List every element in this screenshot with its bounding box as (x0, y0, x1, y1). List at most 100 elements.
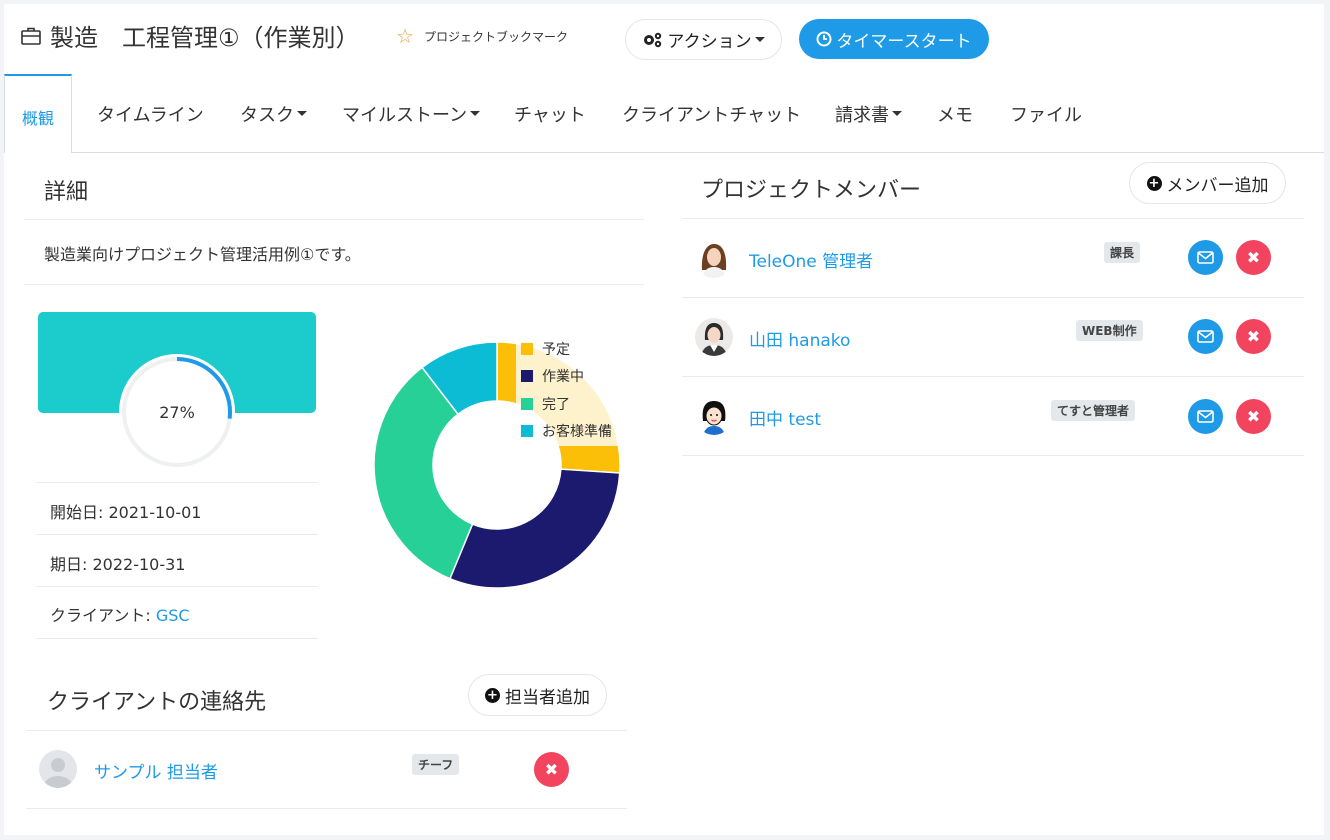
client-info: クライアント: GSC (50, 602, 190, 626)
tab-label: タイムライン (97, 104, 204, 126)
member-name[interactable]: 山田 hanako (749, 326, 850, 351)
email-member-button[interactable] (1188, 240, 1223, 275)
plus-circle-icon: + (485, 687, 500, 703)
add-member-button[interactable]: + メンバー追加 (1129, 162, 1286, 204)
tab-invoices[interactable]: 請求書 (835, 74, 902, 153)
close-icon: ✖ (1246, 248, 1261, 267)
tab-overview[interactable]: 概観 (4, 74, 73, 154)
legend-label: 作業中 (542, 369, 584, 385)
contact-name[interactable]: サンプル 担当者 (94, 758, 218, 783)
email-member-button[interactable] (1188, 399, 1223, 434)
legend-swatch (521, 343, 533, 355)
role-badge: 課長 (1104, 242, 1141, 263)
caret-down-icon (470, 111, 481, 116)
legend-label: お客様準備 (542, 424, 612, 440)
close-icon: ✖ (1246, 327, 1261, 346)
avatar (695, 240, 733, 278)
timer-start-button[interactable]: タイマースタート (799, 19, 989, 59)
user-placeholder-icon (44, 758, 72, 788)
legend-item[interactable]: 完了 (521, 394, 570, 414)
add-member-label: メンバー追加 (1166, 175, 1269, 196)
tab-label: タスク (240, 104, 294, 126)
legend-swatch (521, 425, 533, 437)
member-name[interactable]: TeleOne 管理者 (749, 247, 873, 272)
envelope-icon (1197, 330, 1214, 343)
tab-label: メモ (937, 104, 973, 126)
client-label: クライアント: (50, 606, 156, 625)
tab-timeline[interactable]: タイムライン (97, 74, 204, 153)
legend-item[interactable]: 予定 (521, 339, 570, 359)
remove-member-button[interactable]: ✖ (1236, 240, 1271, 275)
donut-slice[interactable] (448, 468, 621, 589)
remove-member-button[interactable]: ✖ (1236, 319, 1271, 354)
legend-label: 完了 (542, 397, 570, 413)
action-label: アクション (667, 32, 752, 52)
divider (682, 455, 1304, 456)
divider (36, 638, 318, 639)
role-badge: WEB制作 (1076, 320, 1143, 341)
due-date: 期日: 2022-10-31 (50, 555, 186, 574)
clock-icon (816, 31, 832, 47)
project-title: 製造 工程管理①（作業別） (20, 18, 360, 53)
tab-bar: 概観 タイムライン タスク マイルストーン チャット クライアントチャット 請求… (4, 74, 1324, 154)
progress-percent: 27% (159, 403, 195, 422)
tab-label: ファイル (1010, 104, 1082, 126)
close-icon: ✖ (544, 760, 559, 779)
details-heading: 詳細 (44, 180, 89, 205)
bookmark-label: プロジェクトブックマーク (423, 29, 568, 44)
divider (24, 219, 644, 220)
gears-icon (644, 32, 662, 47)
bookmark-toggle[interactable]: ☆ プロジェクトブックマーク (396, 26, 568, 46)
remove-contact-button[interactable]: ✖ (534, 752, 569, 787)
role-badge: チーフ (412, 754, 460, 775)
divider (36, 586, 318, 587)
tab-label: チャット (514, 104, 586, 126)
client-link[interactable]: GSC (156, 606, 190, 625)
divider (26, 730, 627, 731)
divider (36, 534, 318, 535)
project-description: 製造業向けプロジェクト管理活用例①です。 (44, 245, 361, 264)
envelope-icon (1197, 410, 1214, 423)
legend-item[interactable]: 作業中 (521, 366, 584, 386)
divider (682, 297, 1304, 298)
avatar (695, 318, 733, 356)
add-contact-button[interactable]: + 担当者追加 (468, 674, 607, 716)
tab-label: マイルストーン (342, 104, 468, 126)
divider (36, 482, 318, 483)
caret-down-icon (297, 111, 307, 116)
timer-label: タイマースタート (836, 31, 972, 52)
divider (24, 284, 644, 285)
legend-label: 予定 (542, 342, 570, 358)
tab-tasks[interactable]: タスク (240, 74, 307, 153)
client-contacts-heading: クライアントの連絡先 (47, 690, 267, 715)
divider (682, 218, 1304, 219)
member-name[interactable]: 田中 test (749, 405, 821, 430)
tab-notes[interactable]: メモ (937, 74, 973, 153)
envelope-icon (1197, 251, 1214, 264)
email-member-button[interactable] (1188, 319, 1223, 354)
briefcase-icon (21, 27, 41, 45)
tab-client-chat[interactable]: クライアントチャット (622, 74, 801, 153)
tab-milestones[interactable]: マイルストーン (342, 74, 481, 153)
action-dropdown-button[interactable]: アクション (625, 19, 782, 60)
user-photo-icon (701, 244, 727, 278)
remove-member-button[interactable]: ✖ (1236, 399, 1271, 434)
caret-down-icon (754, 37, 765, 42)
legend-swatch (521, 370, 533, 382)
task-status-donut-chart (373, 334, 628, 589)
plus-circle-icon: + (1146, 175, 1162, 191)
tab-label: クライアントチャット (622, 104, 802, 126)
start-date: 開始日: 2021-10-01 (50, 503, 202, 522)
tab-label: 請求書 (835, 104, 889, 126)
tab-chat[interactable]: チャット (514, 74, 586, 153)
tab-files[interactable]: ファイル (1010, 74, 1082, 153)
legend-item[interactable]: お客様準備 (521, 421, 612, 441)
add-contact-label: 担当者追加 (505, 687, 590, 708)
star-icon: ☆ (396, 24, 414, 48)
caret-down-icon (892, 111, 902, 116)
tab-label: 概観 (22, 108, 55, 128)
avatar (695, 397, 733, 435)
avatar (39, 750, 77, 788)
divider (26, 808, 627, 809)
legend-swatch (521, 398, 533, 410)
